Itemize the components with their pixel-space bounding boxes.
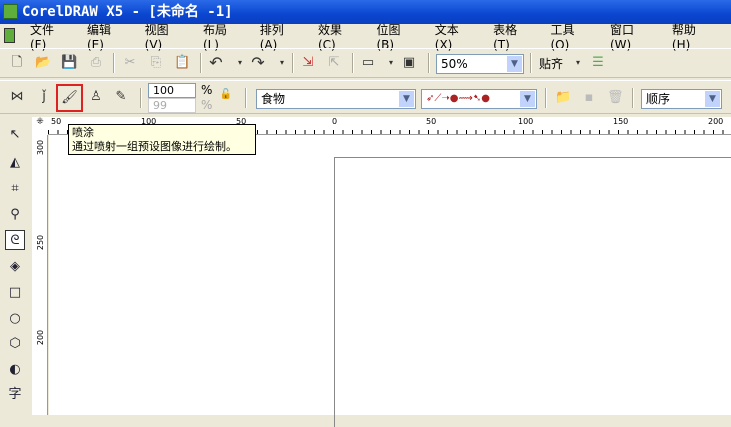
copy-icon[interactable]: ⎘ (148, 55, 164, 71)
chevron-down-icon: ▼ (705, 91, 720, 107)
open-icon[interactable]: 📂 (35, 55, 51, 71)
tooltip-text: 通过喷射一组预设图像进行绘制。 (72, 140, 237, 153)
zoom-value: 50% (441, 57, 468, 71)
ruler-label: 50 (426, 117, 437, 126)
new-icon[interactable]: 🗋 (9, 55, 25, 71)
snap-dropdown-icon[interactable]: ▾ (570, 55, 586, 71)
pressure-icon[interactable]: ✎ (113, 89, 129, 105)
export-icon[interactable]: ⇱ (326, 55, 342, 71)
ruler-origin-icon[interactable]: ⁜ (32, 117, 48, 135)
spray-size-2-input[interactable]: 99 (148, 98, 196, 113)
chevron-down-icon: ▼ (399, 91, 414, 107)
window-title: CorelDRAW X5 - [未命名 -1] (22, 4, 233, 20)
text-tool-icon[interactable]: 字 (5, 385, 25, 405)
spray-category-select[interactable]: 食物 ▼ (256, 89, 416, 109)
calligraphic-icon[interactable]: ♙ (88, 89, 104, 105)
pick-tool-icon[interactable]: ↖ (5, 125, 25, 145)
ruler-label: 200 (708, 117, 724, 126)
lock-icon[interactable]: 🔓 (218, 87, 234, 103)
ruler-label: 0 (332, 117, 338, 126)
page-border (334, 157, 731, 427)
spray-order-select[interactable]: 顺序 ▼ (641, 89, 722, 109)
sprayer-icon[interactable]: 🖌 (56, 84, 83, 112)
options-icon[interactable]: ☰ (590, 55, 606, 71)
category-value: 食物 (261, 92, 286, 106)
redo-icon[interactable]: ↷ (250, 55, 266, 71)
polygon-tool-icon[interactable]: ⬡ (5, 334, 25, 354)
menu-table[interactable]: 表格(T) (493, 21, 533, 52)
cut-icon[interactable]: ✂ (122, 55, 138, 71)
order-value: 顺序 (646, 92, 671, 106)
chevron-down-icon: ▼ (520, 91, 535, 107)
toolbox: ↖ ◭ ⌗ ⚲ ᘓ ◈ □ ○ ⬡ ◐ 字 (0, 117, 30, 415)
preset-icon[interactable]: ⋈ (9, 89, 25, 105)
menu-file[interactable]: 文件(F) (30, 21, 70, 52)
percent-label-2: % (201, 98, 213, 112)
undo-dropdown-icon[interactable]: ▾ (232, 55, 248, 71)
coreldraw-icon (3, 4, 18, 19)
welcome-screen-icon[interactable]: ▣ (401, 55, 417, 71)
zoom-level-select[interactable]: 50% ▼ (436, 54, 524, 74)
save-icon[interactable]: 💾 (61, 55, 77, 71)
percent-label: % (201, 83, 213, 97)
chevron-down-icon: ▼ (507, 56, 522, 72)
pattern-preview: ➶⟋➝●⟿➷● (426, 93, 490, 104)
open-folder-icon[interactable]: 📁 (555, 90, 571, 106)
shape-tool-icon[interactable]: ◭ (5, 153, 25, 173)
ruler-label: 200 (36, 329, 46, 346)
application-launcher-icon[interactable]: ▭ (360, 55, 376, 71)
property-bar: ⋈ ǰ 🖌 ♙ ✎ 100 99 % % 🔓 食物 ▼ ➶⟋➝●⟿➷● ▼ 📁 ▪ … (0, 80, 731, 114)
brush-icon[interactable]: ǰ (36, 89, 52, 105)
menu-edit[interactable]: 编辑(E) (87, 21, 128, 52)
paste-icon[interactable]: 📋 (174, 55, 190, 71)
spray-size-input[interactable]: 100 (148, 83, 196, 98)
zoom-tool-icon[interactable]: ⚲ (5, 205, 25, 225)
tooltip-title: 喷涂 (72, 126, 94, 139)
undo-icon[interactable]: ↶ (208, 55, 224, 71)
snap-to-button[interactable]: 贴齐 (539, 55, 563, 72)
freehand-tool-icon[interactable]: ᘓ (5, 230, 25, 250)
redo-dropdown-icon[interactable]: ▾ (274, 55, 290, 71)
menu-arrange[interactable]: 排列(A) (260, 21, 301, 52)
import-icon[interactable]: ⇲ (300, 55, 316, 71)
ruler-label: 250 (36, 234, 46, 251)
save-spray-icon[interactable]: ▪ (581, 90, 597, 106)
print-icon[interactable]: ⎙ (88, 55, 104, 71)
standard-toolbar: 🗋 📂 💾 ⎙ ✂ ⎘ 📋 ↶ ▾ ↷ ▾ ⇲ ⇱ ▭ ▾ ▣ 50% ▼ 贴齐 … (0, 48, 731, 78)
spray-pattern-select[interactable]: ➶⟋➝●⟿➷● ▼ (421, 89, 537, 109)
menu-bar: 文件(F) 编辑(E) 视图(V) 布局(L) 排列(A) 效果(C) 位图(B… (0, 23, 731, 52)
menu-view[interactable]: 视图(V) (145, 21, 186, 52)
menu-tools[interactable]: 工具(O) (550, 21, 593, 52)
ruler-label: 100 (518, 117, 534, 126)
basic-shapes-icon[interactable]: ◐ (5, 360, 25, 380)
crop-tool-icon[interactable]: ⌗ (5, 179, 25, 199)
menu-help[interactable]: 帮助(H) (672, 21, 714, 52)
vertical-ruler[interactable]: 300 250 200 (32, 117, 48, 415)
smart-fill-icon[interactable]: ◈ (5, 257, 25, 277)
launcher-dropdown-icon[interactable]: ▾ (383, 55, 399, 71)
size-value: 100 (153, 84, 174, 97)
ruler-label: 50 (51, 117, 62, 126)
menu-window[interactable]: 窗口(W) (610, 21, 655, 52)
size2-value: 99 (153, 99, 167, 112)
delete-icon[interactable]: 🗑 (607, 90, 624, 106)
menu-bitmaps[interactable]: 位图(B) (376, 21, 417, 52)
rectangle-tool-icon[interactable]: □ (5, 283, 25, 303)
menu-text[interactable]: 文本(X) (435, 21, 476, 52)
tooltip: 喷涂 通过喷射一组预设图像进行绘制。 (68, 124, 256, 155)
ruler-label: 300 (36, 139, 46, 156)
menu-effects[interactable]: 效果(C) (318, 21, 359, 52)
menu-layout[interactable]: 布局(L) (203, 21, 243, 52)
ellipse-tool-icon[interactable]: ○ (5, 309, 25, 329)
ruler-label: 150 (613, 117, 629, 126)
